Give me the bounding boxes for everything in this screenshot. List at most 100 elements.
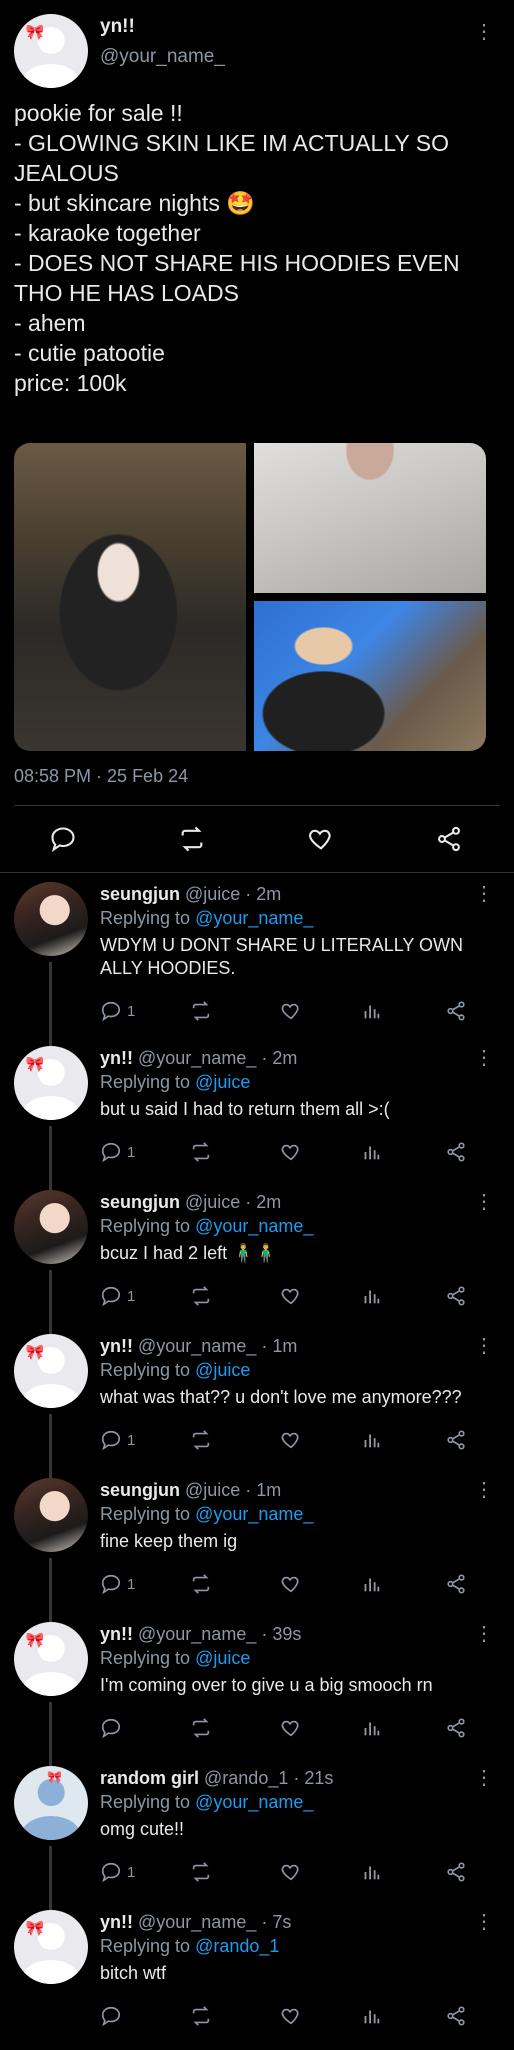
reply-display-name[interactable]: yn!! — [100, 1912, 133, 1932]
reply-handle[interactable]: @juice — [180, 1480, 245, 1500]
retweet-icon[interactable] — [190, 1141, 212, 1163]
retweet-icon[interactable] — [190, 1429, 212, 1451]
share-icon[interactable] — [445, 2005, 467, 2027]
replying-to-handle[interactable]: @your_name_ — [195, 908, 313, 928]
share-icon[interactable] — [445, 1573, 467, 1595]
heart-icon[interactable] — [280, 1573, 302, 1595]
retweet-icon[interactable] — [190, 1573, 212, 1595]
media-photo-1[interactable] — [14, 443, 246, 751]
media-photo-2[interactable] — [254, 443, 486, 593]
reply-tweet[interactable]: 🎀 random girl @rando_1 · 21s ⋮ Replying to … — [0, 1766, 514, 1910]
replying-to-handle[interactable]: @juice — [195, 1360, 250, 1380]
author-display-name[interactable]: yn!! — [100, 16, 135, 38]
reply-handle[interactable]: @juice — [180, 884, 245, 904]
more-icon[interactable]: ⋮ — [474, 1912, 494, 1932]
retweet-icon[interactable] — [190, 1000, 212, 1022]
share-icon[interactable] — [445, 1429, 467, 1451]
media-grid[interactable] — [14, 443, 486, 751]
reply-avatar[interactable]: 🎀 — [14, 1910, 88, 1984]
reply-tweet[interactable]: 🎀 yn!! @your_name_ · 1m ⋮ Replying to @juic… — [0, 1334, 514, 1478]
retweet-icon[interactable] — [190, 1861, 212, 1883]
analytics-icon[interactable] — [360, 1000, 382, 1022]
reply-icon[interactable]: 1 — [100, 1000, 135, 1022]
reply-handle[interactable]: @your_name_ — [133, 1912, 261, 1932]
reply-avatar[interactable] — [14, 882, 88, 956]
share-icon[interactable] — [445, 1717, 467, 1739]
reply-icon[interactable]: 1 — [100, 1573, 135, 1595]
reply-icon[interactable]: 1 — [100, 1141, 135, 1163]
author-handle[interactable]: @your_name_ — [100, 46, 225, 68]
media-photo-3[interactable] — [254, 601, 486, 751]
analytics-icon[interactable] — [360, 1861, 382, 1883]
author-avatar[interactable]: 🎀 — [14, 14, 88, 88]
reply-avatar[interactable] — [14, 1190, 88, 1264]
reply-display-name[interactable]: seungjun — [100, 1480, 180, 1500]
analytics-icon[interactable] — [360, 1717, 382, 1739]
share-icon[interactable] — [445, 1285, 467, 1307]
reply-display-name[interactable]: yn!! — [100, 1336, 133, 1356]
retweet-icon[interactable] — [175, 822, 209, 856]
reply-icon[interactable]: 1 — [100, 1861, 135, 1883]
replying-to-handle[interactable]: @your_name_ — [195, 1504, 313, 1524]
more-icon[interactable]: ⋮ — [474, 1768, 494, 1788]
retweet-icon[interactable] — [190, 1285, 212, 1307]
reply-display-name[interactable]: yn!! — [100, 1624, 133, 1644]
reply-icon[interactable]: 1 — [100, 1285, 135, 1307]
share-icon[interactable] — [432, 822, 466, 856]
heart-icon[interactable] — [280, 1141, 302, 1163]
heart-icon[interactable] — [280, 1285, 302, 1307]
retweet-icon[interactable] — [190, 1717, 212, 1739]
analytics-icon[interactable] — [360, 1285, 382, 1307]
reply-avatar[interactable]: 🎀 — [14, 1766, 88, 1840]
reply-display-name[interactable]: random girl — [100, 1768, 199, 1788]
analytics-icon[interactable] — [360, 1141, 382, 1163]
more-icon[interactable]: ⋮ — [474, 1048, 494, 1068]
replying-to-handle[interactable]: @your_name_ — [195, 1792, 313, 1812]
reply-handle[interactable]: @your_name_ — [133, 1048, 261, 1068]
heart-icon[interactable] — [280, 2005, 302, 2027]
reply-handle[interactable]: @rando_1 — [199, 1768, 293, 1788]
more-icon[interactable]: ⋮ — [474, 884, 494, 904]
reply-tweet[interactable]: 🎀 yn!! @your_name_ · 7s ⋮ Replying to @rand… — [0, 1910, 514, 2050]
more-icon[interactable]: ⋮ — [474, 1192, 494, 1212]
retweet-icon[interactable] — [190, 2005, 212, 2027]
reply-tweet[interactable]: 🎀 yn!! @your_name_ · 2m ⋮ Replying to @juic… — [0, 1046, 514, 1190]
share-icon[interactable] — [445, 1141, 467, 1163]
replying-to-handle[interactable]: @juice — [195, 1648, 250, 1668]
reply-avatar[interactable] — [14, 1478, 88, 1552]
reply-icon[interactable] — [100, 2005, 122, 2027]
replying-to-handle[interactable]: @your_name_ — [195, 1216, 313, 1236]
share-icon[interactable] — [445, 1861, 467, 1883]
reply-tweet[interactable]: seungjun @juice · 2m ⋮ Replying to @your_n… — [0, 882, 514, 1046]
reply-display-name[interactable]: seungjun — [100, 1192, 180, 1212]
reply-avatar[interactable]: 🎀 — [14, 1046, 88, 1120]
more-icon[interactable]: ⋮ — [474, 1624, 494, 1644]
analytics-icon[interactable] — [360, 1573, 382, 1595]
more-icon[interactable]: ⋮ — [474, 22, 494, 42]
reply-display-name[interactable]: yn!! — [100, 1048, 133, 1068]
replying-to-handle[interactable]: @rando_1 — [195, 1936, 279, 1956]
heart-icon[interactable] — [280, 1861, 302, 1883]
reply-tweet[interactable]: seungjun @juice · 1m ⋮ Replying to @your_n… — [0, 1478, 514, 1622]
reply-tweet[interactable]: seungjun @juice · 2m ⋮ Replying to @your_n… — [0, 1190, 514, 1334]
reply-avatar[interactable]: 🎀 — [14, 1334, 88, 1408]
reply-avatar[interactable]: 🎀 — [14, 1622, 88, 1696]
replying-to-handle[interactable]: @juice — [195, 1072, 250, 1092]
share-icon[interactable] — [445, 1000, 467, 1022]
heart-icon[interactable] — [280, 1717, 302, 1739]
heart-icon[interactable] — [280, 1000, 302, 1022]
reply-handle[interactable]: @your_name_ — [133, 1336, 261, 1356]
reply-icon[interactable]: 1 — [100, 1429, 135, 1451]
analytics-icon[interactable] — [360, 2005, 382, 2027]
analytics-icon[interactable] — [360, 1429, 382, 1451]
heart-icon[interactable] — [304, 822, 338, 856]
reply-icon[interactable] — [100, 1717, 122, 1739]
reply-tweet[interactable]: 🎀 yn!! @your_name_ · 39s ⋮ Replying to @jui… — [0, 1622, 514, 1766]
reply-icon[interactable] — [46, 822, 80, 856]
more-icon[interactable]: ⋮ — [474, 1336, 494, 1356]
heart-icon[interactable] — [280, 1429, 302, 1451]
more-icon[interactable]: ⋮ — [474, 1480, 494, 1500]
reply-handle[interactable]: @your_name_ — [133, 1624, 261, 1644]
reply-display-name[interactable]: seungjun — [100, 884, 180, 904]
reply-handle[interactable]: @juice — [180, 1192, 245, 1212]
